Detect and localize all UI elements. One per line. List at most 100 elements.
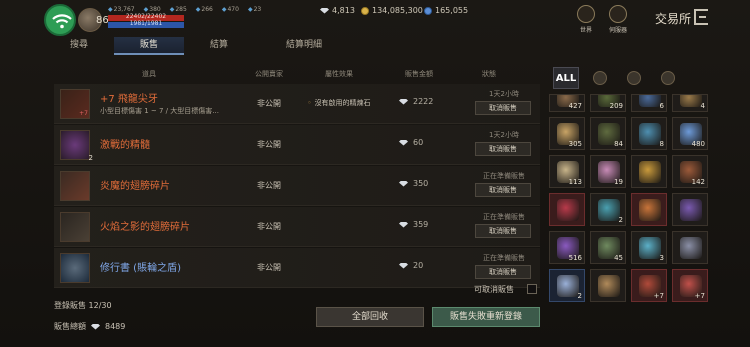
wifi-icon (52, 14, 72, 29)
inventory-slot[interactable] (672, 193, 708, 226)
item-thumbnail (60, 212, 90, 242)
table-row[interactable]: 修行書 (賬輪之盾) 非公開 20 正在準備販售 取消販售 (54, 248, 540, 288)
server-icon (609, 5, 627, 23)
server-button[interactable]: 伺服器 (604, 5, 632, 34)
item-thumbnail (60, 171, 90, 201)
inventory-slot[interactable]: 516 (549, 231, 585, 264)
table-row[interactable]: +7 +7 飛龍尖牙 小型目標傷害 1 ~ 7 / 大型目標傷害... 非公開 … (54, 84, 540, 124)
gem-currency: 165,055 (424, 6, 468, 15)
inventory-slot[interactable]: 2 (549, 269, 585, 302)
helmet-icon (593, 71, 607, 85)
inventory-slot[interactable]: +7 (631, 269, 667, 302)
item-icon (598, 199, 620, 221)
tab-search[interactable]: 搜尋 (44, 37, 114, 55)
player-stats: ◆23,767 ◆380 ◆285 ◆266 ◆470 ◆23 (108, 6, 261, 13)
public-seller: 非公開 (257, 222, 281, 231)
status-text: 正在準備販售 (483, 254, 525, 262)
cancel-sale-button[interactable]: 取消販售 (475, 101, 531, 115)
inventory-slot[interactable]: 19 (590, 155, 626, 188)
inventory-slot[interactable]: 84 (590, 117, 626, 150)
exit-icon[interactable] (694, 9, 708, 25)
item-icon (557, 275, 579, 297)
pouch-icon (627, 71, 641, 85)
item-count: 427 (568, 102, 582, 110)
mp-text: 1981/1981 (129, 20, 163, 27)
item-icon (680, 199, 702, 221)
tab-bar: 搜尋 販售 結算 結算明細 (44, 37, 354, 55)
public-seller: 非公開 (257, 140, 281, 149)
gold-coin-icon (361, 6, 369, 15)
cancel-sale-button[interactable]: 取消販售 (475, 142, 531, 156)
item-name: 火焰之影的翅膀碎片 (100, 222, 190, 233)
status-text: 1天2小時 (489, 131, 519, 139)
cancelable-checkbox[interactable] (527, 284, 537, 294)
item-count: 480 (691, 140, 705, 148)
inventory-tab-ring[interactable] (655, 67, 681, 89)
diamond-icon (399, 221, 408, 228)
table-row[interactable]: 炎魔的翅膀碎片 非公開 350 正在準備販售 取消販售 (54, 166, 540, 206)
inventory-slot[interactable]: 305 (549, 117, 585, 150)
inventory-tabs: ALL (549, 66, 709, 90)
inventory-slot[interactable]: 4 (672, 94, 708, 112)
item-count: 45 (614, 254, 623, 262)
inventory-tab-helmet[interactable] (587, 67, 613, 89)
recall-all-button[interactable]: 全部回收 (316, 307, 424, 327)
item-count: 305 (568, 140, 582, 148)
item-icon (639, 237, 661, 259)
table-row[interactable]: 火焰之影的翅膀碎片 非公開 359 正在準備販售 取消販售 (54, 207, 540, 247)
item-count: 3 (659, 254, 664, 262)
cancel-sale-button[interactable]: 取消販售 (475, 224, 531, 238)
inventory-slot[interactable] (549, 193, 585, 226)
item-icon (639, 123, 661, 145)
item-icon (680, 237, 702, 259)
item-count: 84 (614, 140, 623, 148)
inventory-slot[interactable] (631, 155, 667, 188)
tab-sell[interactable]: 販售 (114, 37, 184, 55)
table-row[interactable]: 2 激戰的精髓 非公開 60 1天2小時 取消販售 (54, 125, 540, 165)
blue-gem-icon (424, 6, 432, 15)
inventory-slot[interactable]: 113 (549, 155, 585, 188)
inventory-slot[interactable]: 6 (631, 94, 667, 112)
cancel-sale-button[interactable]: 取消販售 (475, 183, 531, 197)
inventory-slot[interactable]: +7 (672, 269, 708, 302)
world-button[interactable]: 世界 (572, 5, 600, 34)
inventory-slot[interactable]: 427 (549, 94, 585, 112)
inventory-slot[interactable]: 3 (631, 231, 667, 264)
public-seller: 非公開 (257, 181, 281, 190)
cancel-sale-button[interactable]: 取消販售 (475, 265, 531, 279)
registered-count: 登錄販售 12/30 (54, 301, 112, 310)
top-bar: 86 ◆23,767 ◆380 ◆285 ◆266 ◆470 ◆23 22402… (0, 0, 750, 36)
inventory-slot[interactable]: 142 (672, 155, 708, 188)
inventory-slot[interactable]: 209 (590, 94, 626, 112)
gold-currency: 134,085,300 (361, 6, 423, 15)
inventory-slot[interactable]: 2 (590, 193, 626, 226)
tab-settlement-details[interactable]: 結算明細 (254, 37, 354, 55)
item-count: 2 (618, 216, 623, 224)
inventory-slot[interactable] (672, 231, 708, 264)
inventory-slot[interactable]: 45 (590, 231, 626, 264)
hp-text: 22402/22402 (125, 13, 167, 20)
sale-price: 2222 (399, 97, 433, 106)
diamond-icon (320, 7, 329, 14)
inventory-tab-all[interactable]: ALL (553, 67, 579, 89)
inventory-slot[interactable]: 480 (672, 117, 708, 150)
item-count: 8 (659, 140, 664, 148)
item-count: 19 (614, 178, 623, 186)
diamond-icon (399, 262, 408, 269)
sale-price: 359 (399, 220, 428, 229)
cancelable-label: 可取消販售 (474, 285, 514, 294)
wifi-button[interactable] (44, 4, 76, 36)
item-description: 小型目標傷害 1 ~ 7 / 大型目標傷害... (100, 107, 219, 115)
item-count: 4 (700, 102, 705, 110)
inventory-slot[interactable]: 8 (631, 117, 667, 150)
inventory-tab-pouch[interactable] (621, 67, 647, 89)
inventory-slot[interactable] (590, 269, 626, 302)
tab-settlement[interactable]: 結算 (184, 37, 254, 55)
inventory-slot[interactable] (631, 193, 667, 226)
item-icon (598, 275, 620, 297)
relist-failed-button[interactable]: 販售失敗重新登錄 (432, 307, 540, 327)
item-name: 炎魔的翅膀碎片 (100, 181, 170, 192)
server-label: 伺服器 (608, 27, 627, 34)
item-count: 6 (659, 102, 664, 110)
inventory-grid: 427 209 6 4 305 84 8 480 113 19 142 2 516 45 3 2 +7 +7 (549, 94, 711, 302)
